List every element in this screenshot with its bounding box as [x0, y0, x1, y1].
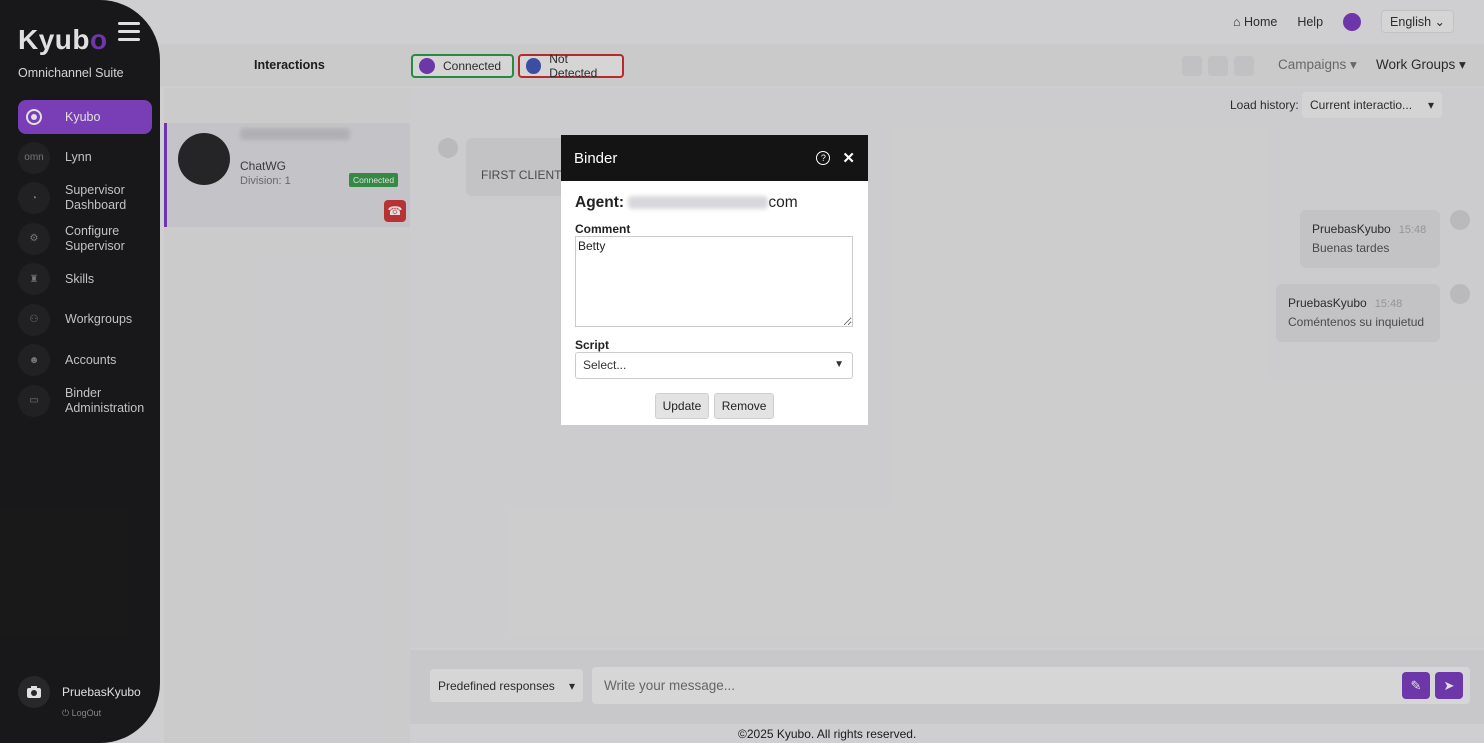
- update-button[interactable]: Update: [654, 393, 710, 419]
- modal-header: Binder ? ✕: [561, 135, 868, 181]
- modal-title: Binder: [574, 149, 618, 167]
- agent-line: Agent: com: [575, 194, 798, 211]
- comment-label: Comment: [575, 222, 631, 236]
- close-icon[interactable]: ✕: [842, 149, 855, 167]
- remove-button[interactable]: Remove: [713, 393, 775, 419]
- chevron-down-icon: ▼: [834, 359, 844, 370]
- script-select[interactable]: Select... ▼: [575, 352, 853, 379]
- blurred-agent-email: [628, 196, 769, 210]
- help-icon[interactable]: ?: [816, 151, 831, 165]
- binder-modal: Binder ? ✕ Agent: com Comment Betty Scri…: [561, 135, 868, 425]
- comment-textarea[interactable]: Betty: [575, 236, 853, 327]
- script-label: Script: [575, 338, 610, 352]
